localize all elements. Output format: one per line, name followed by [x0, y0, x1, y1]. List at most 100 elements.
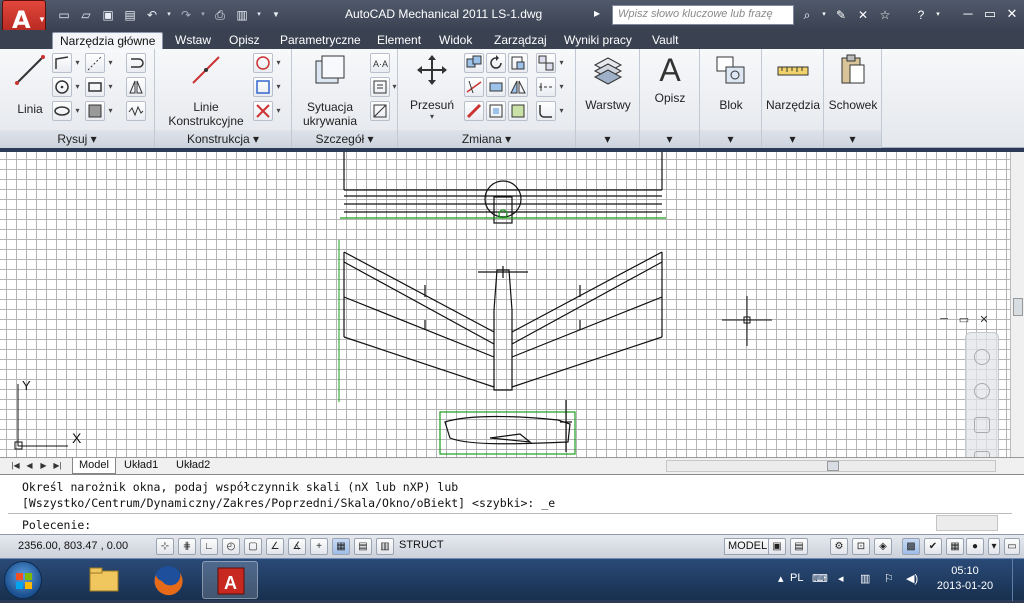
polyline-button[interactable]: [52, 53, 72, 73]
horizontal-scrollbar[interactable]: [666, 460, 996, 472]
mirror-modify-button[interactable]: [508, 77, 528, 97]
quick-view-drawings-icon[interactable]: ▤: [790, 538, 808, 555]
binoculars-icon[interactable]: ⌕: [798, 6, 816, 24]
array-dropdown[interactable]: ▾: [557, 53, 566, 73]
struct-toggle[interactable]: STRUCT: [396, 538, 447, 555]
object-snap-icon[interactable]: ▢: [244, 538, 262, 555]
delete-construction-dropdown[interactable]: ▾: [274, 101, 283, 121]
vertical-scrollbar[interactable]: [1010, 152, 1024, 457]
first-layout-icon[interactable]: |◀: [10, 460, 21, 472]
pan-icon[interactable]: [974, 383, 990, 399]
help-dropdown-icon[interactable]: ▾: [934, 6, 942, 24]
trim-button[interactable]: [464, 77, 484, 97]
tab-vault[interactable]: Vault: [645, 32, 685, 49]
search-expand-icon[interactable]: ▸: [594, 6, 600, 20]
redo-icon[interactable]: ↷: [176, 6, 196, 24]
mirror-button[interactable]: [126, 77, 146, 97]
fillet-button[interactable]: [536, 101, 556, 121]
customize-toolbar-icon[interactable]: ▼: [266, 6, 286, 24]
hardware-acceleration-icon[interactable]: ◈: [874, 538, 892, 555]
layout-tab-model[interactable]: Model: [72, 458, 116, 474]
rectangle-dropdown[interactable]: ▾: [106, 77, 115, 97]
detail-view-button[interactable]: [370, 77, 390, 97]
block-button[interactable]: Blok: [703, 53, 759, 112]
taskbar-explorer[interactable]: [76, 561, 132, 599]
panel-modify-title[interactable]: Zmiana ▾: [398, 130, 575, 148]
volume-icon[interactable]: ◀): [906, 572, 918, 585]
scale-button[interactable]: [508, 53, 528, 73]
save-icon[interactable]: ▣: [98, 6, 118, 24]
construction-box-button[interactable]: [253, 77, 273, 97]
tab-output[interactable]: Wyniki pracy: [557, 32, 639, 49]
prev-layout-icon[interactable]: ◀: [24, 460, 35, 472]
panel-clipboard-expand[interactable]: ▾: [824, 130, 881, 148]
viewport-close-icon[interactable]: ✕: [976, 313, 992, 327]
taskbar-firefox[interactable]: [140, 561, 196, 599]
model-space-button[interactable]: MODEL: [724, 538, 772, 555]
polyline-dropdown[interactable]: ▾: [73, 53, 82, 73]
quick-view-layouts-icon[interactable]: ▣: [768, 538, 786, 555]
clipboard-button[interactable]: Schowek: [824, 53, 882, 112]
status-menu-icon[interactable]: ▾: [988, 538, 1000, 555]
construction-circle-button[interactable]: [253, 53, 273, 73]
edit-button[interactable]: [464, 101, 484, 121]
viewport-restore-icon[interactable]: ▭: [956, 313, 972, 327]
offset-dropdown[interactable]: ▾: [557, 77, 566, 97]
fillet-dropdown[interactable]: ▾: [557, 101, 566, 121]
text-edit-button[interactable]: A·A: [370, 53, 390, 73]
hide-situation-button[interactable]: Sytuacja ukrywania: [298, 53, 362, 128]
ellipse-dropdown[interactable]: ▾: [73, 101, 82, 121]
language-indicator[interactable]: PL: [790, 572, 803, 584]
navigation-bar[interactable]: [965, 332, 999, 457]
line-button[interactable]: Linia: [8, 53, 52, 116]
drawing-canvas[interactable]: Y X ─ ▭ ✕: [0, 152, 1010, 457]
circle-button[interactable]: [52, 77, 72, 97]
tab-manage[interactable]: Zarządzaj: [487, 32, 554, 49]
command-line[interactable]: Określ narożnik okna, podaj współczynnik…: [0, 474, 1024, 534]
circle-dropdown[interactable]: ▾: [73, 77, 82, 97]
lineweight-icon[interactable]: ▤: [354, 538, 372, 555]
vertical-scroll-thumb[interactable]: [1013, 298, 1023, 316]
layout-tab-layout2[interactable]: Układ2: [170, 458, 216, 474]
snap-mode-icon[interactable]: ⊹: [156, 538, 174, 555]
tools-button[interactable]: Narzędzia: [762, 53, 824, 112]
hatch-button[interactable]: [85, 101, 105, 121]
tab-view[interactable]: Widok: [432, 32, 479, 49]
panel-detail-title[interactable]: Szczegół ▾: [292, 130, 397, 148]
join-button[interactable]: [126, 53, 146, 73]
help-icon[interactable]: ?: [912, 6, 930, 24]
network-icon[interactable]: ▥: [860, 572, 870, 585]
dynamic-input-icon[interactable]: ▦: [332, 538, 350, 555]
layers-button[interactable]: Warstwy: [580, 53, 636, 112]
annotation-button[interactable]: A Opisz: [642, 53, 698, 105]
command-prompt[interactable]: Polecenie:: [22, 518, 91, 532]
construction-lines-button[interactable]: Linie Konstrukcyjne: [163, 53, 249, 128]
ducs-icon[interactable]: +: [310, 538, 328, 555]
revcloud-button[interactable]: [126, 101, 146, 121]
transparency-icon[interactable]: ▥: [376, 538, 394, 555]
horizontal-scroll-thumb[interactable]: [827, 461, 839, 471]
panel-annotation-expand[interactable]: ▾: [640, 130, 699, 148]
construction-circle-dropdown[interactable]: ▾: [274, 53, 283, 73]
layout-tab-layout1[interactable]: Układ1: [118, 458, 164, 474]
close-button[interactable]: ✕: [1001, 4, 1023, 24]
3d-object-snap-icon[interactable]: ∠: [266, 538, 284, 555]
viewport-minimize-icon[interactable]: ─: [936, 313, 952, 327]
clock[interactable]: 05:10 2013-01-20: [930, 564, 1000, 594]
tray-expand-icon[interactable]: ◂: [838, 572, 844, 585]
array-button[interactable]: [536, 53, 556, 73]
construction-line-button[interactable]: [85, 53, 105, 73]
new-file-icon[interactable]: ▭: [54, 6, 74, 24]
panel-layers-expand[interactable]: ▾: [576, 130, 639, 148]
stretch-button[interactable]: [486, 77, 506, 97]
section-button[interactable]: [370, 101, 390, 121]
panel-tools-expand[interactable]: ▾: [762, 130, 823, 148]
maximize-button[interactable]: ▭: [979, 4, 1001, 24]
offset-button[interactable]: [536, 77, 556, 97]
panel-construction-title[interactable]: Konstrukcja ▾: [155, 130, 291, 148]
move-button[interactable]: Przesuń ▾: [406, 53, 458, 121]
panel-draw-title[interactable]: Rysuj ▾: [0, 130, 154, 148]
lock-icon[interactable]: ⊡: [852, 538, 870, 555]
publish-dropdown-icon[interactable]: ▾: [254, 6, 264, 24]
annotation-monitor-icon[interactable]: ✔: [924, 538, 942, 555]
